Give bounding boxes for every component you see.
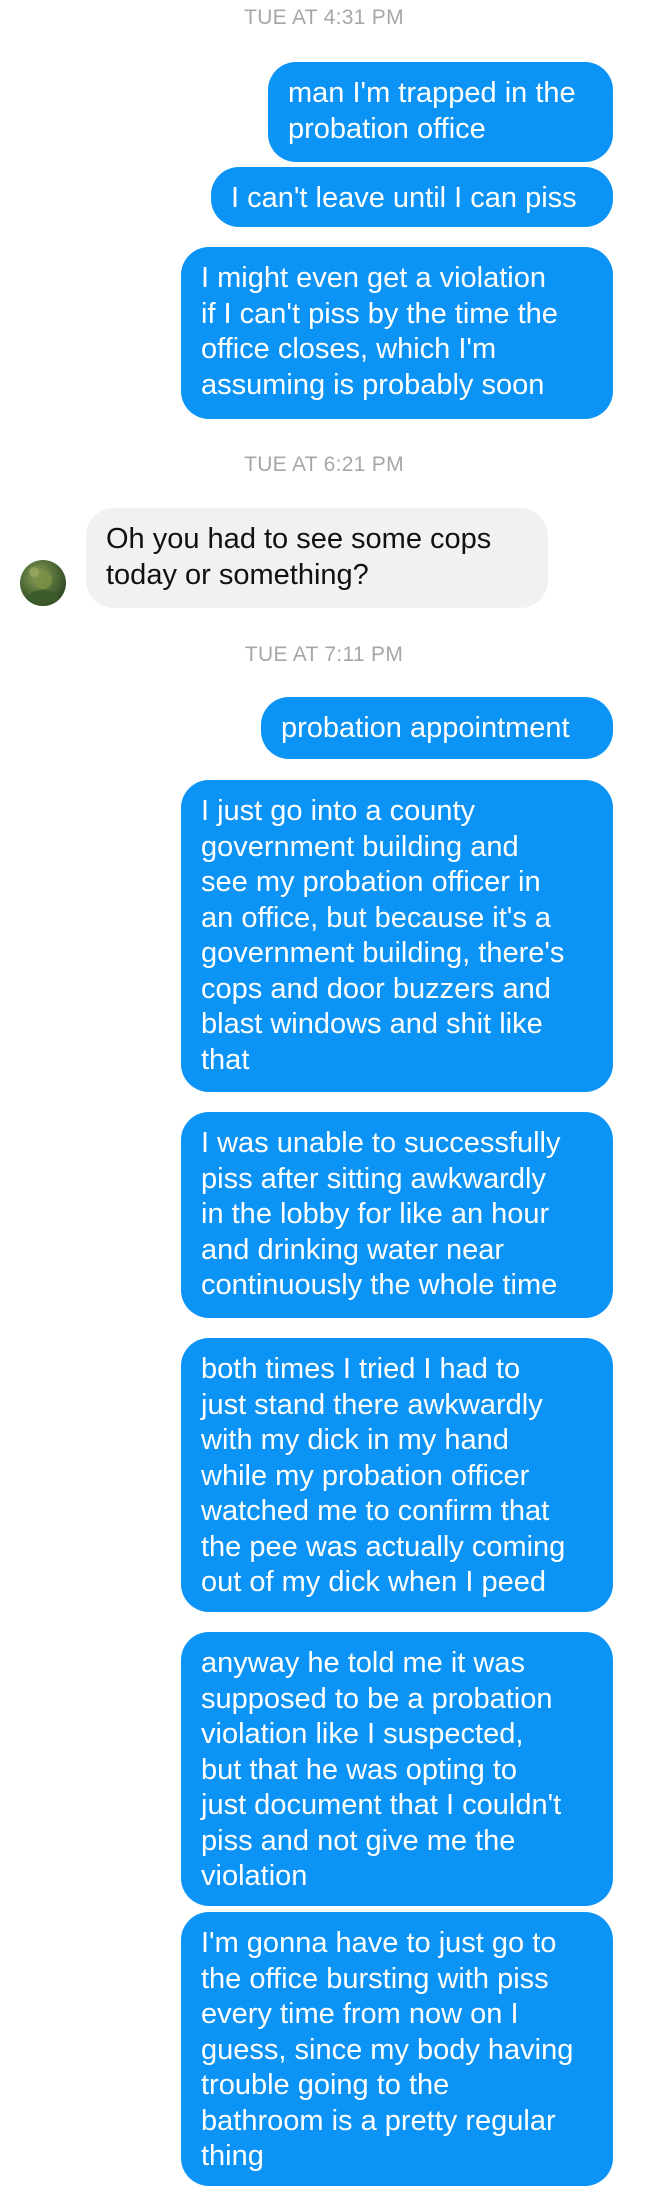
message-bubble-sent[interactable]: both times I tried I had to just stand t… (181, 1338, 613, 1612)
contact-avatar[interactable] (20, 560, 66, 606)
message-bubble-sent[interactable]: probation appointment (261, 697, 613, 759)
message-bubble-sent[interactable]: I can't leave until I can piss (211, 167, 613, 227)
timestamp: TUE AT 6:21 PM (244, 453, 404, 476)
message-bubble-received[interactable]: Oh you had to see some cops today or som… (86, 508, 548, 608)
message-bubble-sent[interactable]: I'm gonna have to just go to the office … (181, 1912, 613, 2186)
message-bubble-sent[interactable]: I just go into a county government build… (181, 780, 613, 1092)
message-bubble-sent[interactable]: man I'm trapped in the probation office (268, 62, 613, 162)
timestamp: TUE AT 7:11 PM (244, 643, 404, 666)
message-bubble-sent[interactable]: I might even get a violation if I can't … (181, 247, 613, 419)
message-bubble-sent[interactable]: I was unable to successfully piss after … (181, 1112, 613, 1318)
avatar-photo-icon (27, 567, 59, 606)
message-bubble-sent[interactable]: anyway he told me it was supposed to be … (181, 1632, 613, 1906)
timestamp: TUE AT 4:31 PM (244, 6, 404, 29)
